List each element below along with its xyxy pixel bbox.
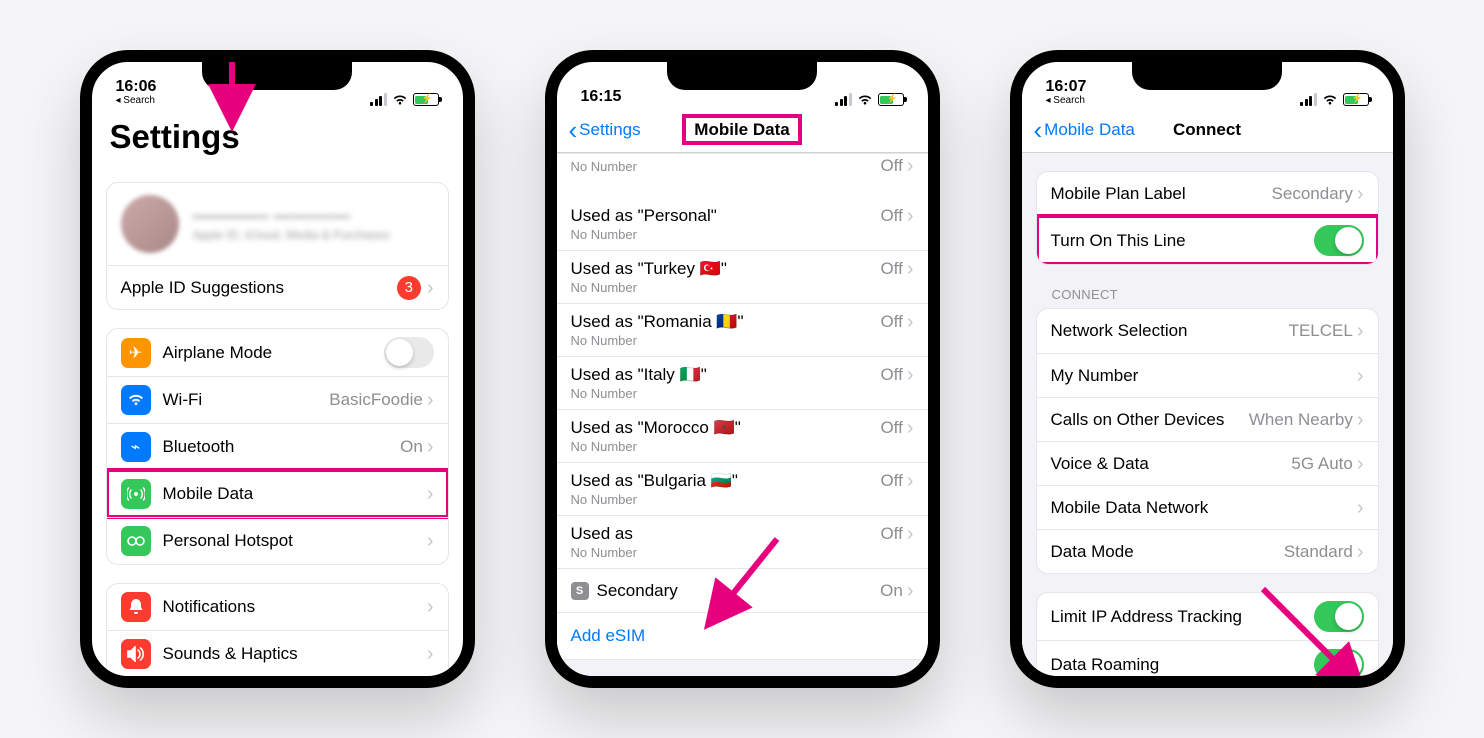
profile-row[interactable]: ———— ———— Apple ID, iCloud, Media & Purc… [107, 183, 448, 265]
airplane-toggle[interactable] [384, 337, 434, 368]
bluetooth-row[interactable]: ⌁ Bluetooth On › [107, 423, 448, 470]
wifi-icon [392, 94, 408, 106]
wifi-icon [1322, 94, 1338, 106]
limit-ip-toggle[interactable] [1314, 601, 1364, 632]
navbar: ‹ Settings Mobile Data [557, 108, 928, 153]
chevron-right-icon: › [1357, 498, 1364, 518]
back-button[interactable]: ‹ Settings [569, 117, 641, 143]
chevron-right-icon: › [907, 259, 914, 279]
sim-line-row[interactable]: No Number Off › [557, 154, 928, 198]
sim-line-row[interactable]: Used as "Italy 🇮🇹"Off›No Number [557, 356, 928, 409]
data-mode-row[interactable]: Data Mode Standard › [1037, 529, 1378, 573]
avatar [121, 195, 179, 253]
phone-connect: 16:07 ◂ Search ⚡ ‹ Mobile Data Connect M… [1010, 50, 1405, 688]
chevron-right-icon: › [1357, 366, 1364, 386]
chevron-right-icon: › [1357, 542, 1364, 562]
voice-data-row[interactable]: Voice & Data 5G Auto › [1037, 441, 1378, 485]
battery-icon: ⚡ [878, 93, 904, 106]
chevron-right-icon: › [427, 390, 434, 410]
limit-ip-tracking-row[interactable]: Limit IP Address Tracking [1037, 593, 1378, 640]
status-time: 16:15 [581, 89, 622, 106]
status-time: 16:07 [1046, 79, 1087, 96]
sim-line-row[interactable]: Used as "Personal"Off›No Number [557, 198, 928, 250]
chevron-right-icon: › [907, 524, 914, 544]
airplane-icon: ✈︎ [121, 338, 151, 368]
battery-icon: ⚡ [413, 93, 439, 106]
sim-line-row[interactable]: Used as "Morocco 🇲🇦"Off›No Number [557, 409, 928, 462]
data-roaming-row[interactable]: Data Roaming [1037, 640, 1378, 676]
hotspot-row[interactable]: Personal Hotspot › [107, 517, 448, 564]
cellular-signal-icon [370, 93, 387, 106]
page-title: Mobile Data [682, 114, 801, 145]
chevron-right-icon: › [427, 597, 434, 617]
turn-on-line-toggle[interactable] [1314, 225, 1364, 256]
chevron-right-icon: › [907, 581, 914, 601]
battery-icon: ⚡ [1343, 93, 1369, 106]
speaker-icon [121, 639, 151, 669]
my-number-row[interactable]: My Number › [1037, 353, 1378, 397]
status-time: 16:06 [116, 79, 157, 96]
breadcrumb-back[interactable]: ◂ Search [1046, 96, 1085, 107]
chevron-right-icon: › [427, 644, 434, 664]
mobile-plan-label-row[interactable]: Mobile Plan Label Secondary › [1037, 172, 1378, 216]
chevron-right-icon: › [907, 156, 914, 176]
airplane-mode-row[interactable]: ✈︎ Airplane Mode [107, 329, 448, 376]
chevron-right-icon: › [907, 365, 914, 385]
turn-on-line-row[interactable]: Turn On This Line [1037, 216, 1378, 264]
phone-mobile-data: 16:15 ⚡ ‹ Settings Mobile Data No Number… [545, 50, 940, 688]
section-header: MOBILE DATA FOR SECONDARY [557, 660, 928, 676]
chevron-left-icon: ‹ [1034, 117, 1043, 143]
status-bar: 16:15 ⚡ [557, 62, 928, 108]
chevron-left-icon: ‹ [569, 117, 578, 143]
cellular-signal-icon [835, 93, 852, 106]
sim-line-row[interactable]: SSecondaryOn› [557, 568, 928, 612]
wifi-row[interactable]: Wi-Fi BasicFoodie › [107, 376, 448, 423]
mobile-data-network-row[interactable]: Mobile Data Network › [1037, 485, 1378, 529]
sim-badge: S [571, 582, 589, 600]
hotspot-icon [121, 526, 151, 556]
add-esim-button[interactable]: Add eSIM [557, 612, 928, 659]
chevron-right-icon: › [1357, 454, 1364, 474]
sounds-row[interactable]: Sounds & Haptics › [107, 630, 448, 676]
sim-line-row[interactable]: Used as "Bulgaria 🇧🇬"Off›No Number [557, 462, 928, 515]
chevron-right-icon: › [427, 484, 434, 504]
chevron-right-icon: › [427, 437, 434, 457]
navbar: ‹ Mobile Data Connect [1022, 108, 1393, 153]
chevron-right-icon: › [1357, 321, 1364, 341]
chevron-right-icon: › [907, 471, 914, 491]
phone-settings: 16:06 ◂ Search ⚡ Settings ———— ———— Appl… [80, 50, 475, 688]
calls-on-other-devices-row[interactable]: Calls on Other Devices When Nearby › [1037, 397, 1378, 441]
bluetooth-icon: ⌁ [121, 432, 151, 462]
chevron-right-icon: › [907, 312, 914, 332]
cellular-signal-icon [1300, 93, 1317, 106]
chevron-right-icon: › [907, 206, 914, 226]
wifi-icon [857, 94, 873, 106]
notifications-row[interactable]: Notifications › [107, 584, 448, 630]
network-selection-row[interactable]: Network Selection TELCEL › [1037, 309, 1378, 353]
wifi-settings-icon [121, 385, 151, 415]
badge-count: 3 [397, 276, 421, 300]
back-button[interactable]: ‹ Mobile Data [1034, 117, 1135, 143]
chevron-right-icon: › [1357, 410, 1364, 430]
breadcrumb-back[interactable]: ◂ Search [116, 96, 155, 107]
section-header: CONNECT [1022, 265, 1393, 308]
sim-line-row[interactable]: Used as "Turkey 🇹🇷"Off›No Number [557, 250, 928, 303]
chevron-right-icon: › [427, 278, 434, 298]
chevron-right-icon: › [427, 531, 434, 551]
chevron-right-icon: › [907, 418, 914, 438]
bell-icon [121, 592, 151, 622]
page-title: Settings [92, 108, 463, 164]
apple-id-suggestions-row[interactable]: Apple ID Suggestions 3 › [107, 265, 448, 309]
sim-line-row[interactable]: Used asOff›No Number [557, 515, 928, 568]
status-bar: 16:07 ◂ Search ⚡ [1022, 62, 1393, 108]
chevron-right-icon: › [1357, 184, 1364, 204]
mobile-data-row[interactable]: Mobile Data › [107, 470, 448, 517]
data-roaming-toggle[interactable] [1314, 649, 1364, 676]
sim-line-row[interactable]: Used as "Romania 🇷🇴"Off›No Number [557, 303, 928, 356]
status-bar: 16:06 ◂ Search ⚡ [92, 62, 463, 108]
antenna-icon [121, 479, 151, 509]
